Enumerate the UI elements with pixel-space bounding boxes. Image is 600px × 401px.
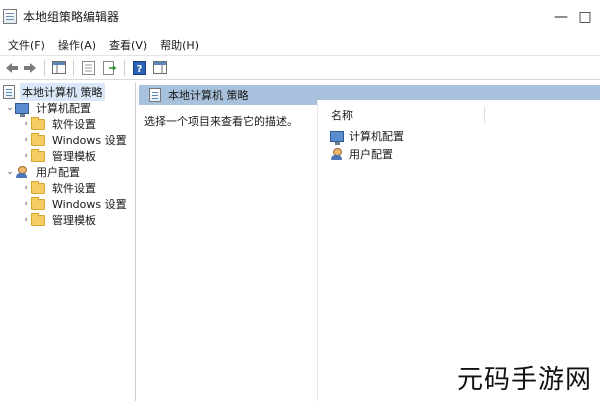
chevron-down-icon[interactable]: ⌄ [5,167,15,177]
export-list-icon [103,60,117,75]
show-hide-console-tree-icon [52,61,66,74]
column-name-header[interactable]: 名称 [331,107,353,123]
column-header: 名称 [318,107,600,123]
chevron-right-icon[interactable]: › [21,119,31,129]
folder-icon [31,116,45,130]
details-title: 本地计算机 策略 [168,89,249,102]
policy-icon [3,85,15,99]
console-tree: 本地计算机 策略 ⌄ 计算机配置 › 软件设置 › Windows 设置 › 管… [0,82,136,401]
toolbar: ? [0,55,600,80]
tree-item-windows-settings[interactable]: › Windows 设置 [21,132,129,148]
menu-file[interactable]: 文件(F) [8,37,45,53]
folder-icon [31,132,45,146]
tree-item-computer-configuration[interactable]: ⌄ 计算机配置 [5,100,93,117]
column-separator[interactable] [484,107,485,123]
svg-text:?: ? [136,64,142,75]
tree-item-administrative-templates[interactable]: › 管理模板 [21,148,98,164]
tree-item-software-settings[interactable]: › 软件设置 [21,116,98,132]
back-button[interactable] [3,59,21,77]
help-icon: ? [132,60,146,75]
arrow-left-icon [6,62,18,73]
chevron-right-icon[interactable]: › [21,183,31,193]
tree-item-user-configuration[interactable]: ⌄ 用户配置 [5,164,82,180]
maximize-button[interactable]: □ [574,6,596,28]
export-list-button[interactable] [101,59,119,77]
tree-item-user-windows-settings[interactable]: › Windows 设置 [21,196,129,212]
menu-view[interactable]: 查看(V) [109,37,147,53]
toolbar-separator [124,59,125,76]
chevron-right-icon[interactable]: › [21,215,31,225]
group-policy-app-icon [3,9,17,24]
menu-bar: 文件(F) 操作(A) 查看(V) 帮助(H) [0,35,600,54]
folder-icon [31,212,45,226]
chevron-right-icon[interactable]: › [21,151,31,161]
show-action-pane-button[interactable] [151,59,169,77]
list-item-label: 计算机配置 [349,130,404,143]
arrow-right-icon [24,62,36,73]
window-title: 本地组策略编辑器 [23,10,120,24]
tree-item-user-software-settings[interactable]: › 软件设置 [21,180,98,196]
folder-icon [31,148,45,162]
toolbar-separator [44,59,45,76]
watermark: 元码手游网 [456,365,592,395]
show-hide-console-tree-button[interactable] [50,59,68,77]
computer-icon [15,102,29,117]
menu-help[interactable]: 帮助(H) [160,37,199,53]
close-button[interactable]: × [596,6,600,28]
chevron-down-icon[interactable]: ⌄ [5,103,15,113]
details-pane: 本地计算机 策略 选择一个项目来查看它的描述。 名称 计算机配置 用户配置 [139,82,600,401]
policy-icon [149,88,161,102]
items-list: 名称 计算机配置 用户配置 [317,100,600,401]
list-item-user-configuration[interactable]: 用户配置 [330,146,393,162]
forward-button[interactable] [21,59,39,77]
chevron-right-icon[interactable]: › [21,135,31,145]
properties-button[interactable] [79,59,97,77]
tree-item-local-computer-policy[interactable]: 本地计算机 策略 [3,83,105,101]
chevron-right-icon[interactable]: › [21,199,31,209]
description-text: 选择一个项目来查看它的描述。 [144,115,298,128]
folder-icon [31,180,45,194]
toolbar-separator [73,59,74,76]
menu-action[interactable]: 操作(A) [58,37,96,53]
title-bar: 本地组策略编辑器 — □ × [0,0,600,33]
help-button[interactable]: ? [130,59,148,77]
properties-icon [81,60,95,75]
tree-item-label: 管理模板 [52,214,96,227]
show-action-pane-icon [153,61,167,74]
folder-icon [31,196,45,210]
list-item-label: 用户配置 [349,148,393,161]
user-icon [15,165,29,179]
user-icon [330,147,344,161]
tree-item-user-administrative-templates[interactable]: › 管理模板 [21,212,98,228]
minimize-button[interactable]: — [550,6,572,28]
list-item-computer-configuration[interactable]: 计算机配置 [330,128,404,145]
computer-icon [330,130,344,145]
